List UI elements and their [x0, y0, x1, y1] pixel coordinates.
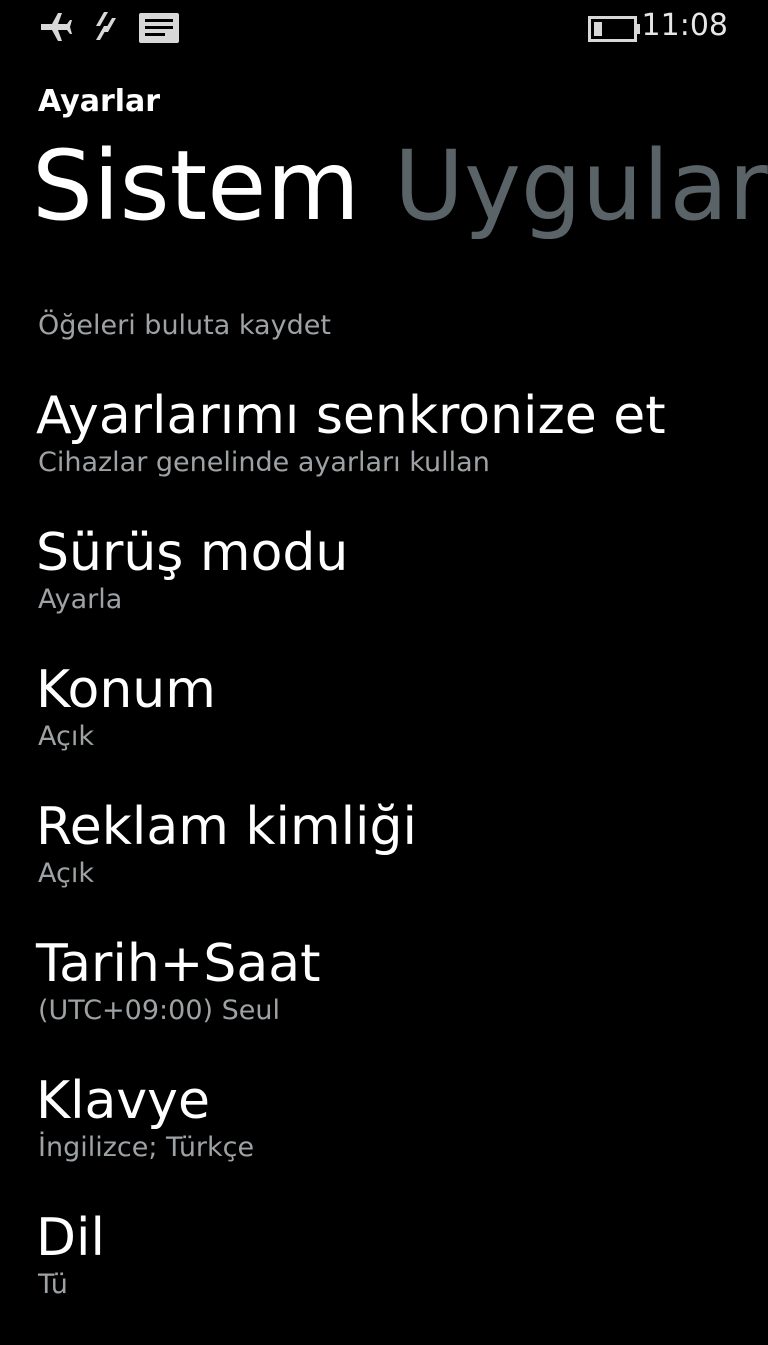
setting-keyboard[interactable]: Klavye İngilizce; Türkçe	[36, 1071, 756, 1208]
setting-location[interactable]: Konum Açık	[36, 660, 756, 797]
data-connection-icon	[92, 10, 120, 48]
settings-list: Ayarlarımı senkronize et Cihazlar geneli…	[36, 386, 756, 1345]
status-time: 11:08	[641, 8, 728, 43]
setting-advertising-id[interactable]: Reklam kimliği Açık	[36, 797, 756, 934]
message-notification-icon	[138, 12, 180, 48]
status-bar: 11:08	[0, 0, 768, 56]
setting-subtitle: (UTC+09:00) Seul	[38, 995, 280, 1026]
setting-date-time[interactable]: Tarih+Saat (UTC+09:00) Seul	[36, 934, 756, 1071]
setting-title: Tarih+Saat	[36, 934, 321, 994]
setting-sync[interactable]: Ayarlarımı senkronize et Cihazlar geneli…	[36, 386, 756, 523]
app-title: Ayarlar	[38, 84, 161, 119]
setting-title: Sürüş modu	[36, 523, 349, 583]
setting-subtitle: Ayarla	[38, 584, 123, 615]
setting-language[interactable]: Dil Tü	[36, 1208, 756, 1345]
setting-subtitle: Açık	[38, 858, 94, 889]
battery-icon	[588, 16, 642, 46]
setting-title: Reklam kimliği	[36, 797, 417, 857]
tab-uygulamalar[interactable]: Uygular	[394, 133, 768, 240]
setting-title: Klavye	[36, 1071, 210, 1131]
setting-subtitle: Açık	[38, 721, 94, 752]
setting-title: Konum	[36, 660, 216, 720]
setting-subtitle: Cihazlar genelinde ayarları kullan	[38, 447, 490, 478]
setting-subtitle: İngilizce; Türkçe	[38, 1132, 255, 1163]
setting-title: Dil	[36, 1208, 105, 1268]
tab-sistem[interactable]: Sistem	[32, 133, 360, 240]
setting-driving-mode[interactable]: Sürüş modu Ayarla	[36, 523, 756, 660]
setting-subtitle: Tü	[38, 1269, 68, 1300]
pivot-header: Sistem Uygular	[32, 133, 768, 240]
airplane-icon	[38, 10, 74, 48]
section-label: Öğeleri buluta kaydet	[38, 310, 331, 341]
setting-title: Ayarlarımı senkronize et	[36, 386, 666, 446]
